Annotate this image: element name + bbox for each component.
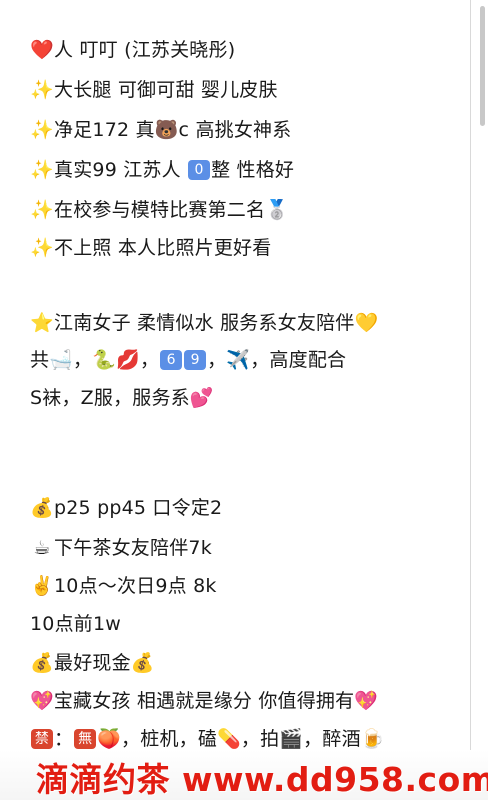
keycap-badge: 0 xyxy=(188,160,211,180)
line-text: 10点～次日9点 8k xyxy=(54,575,217,597)
line-text: 真实99 江苏人 xyxy=(54,159,188,181)
text-line: S袜，Z服，服务系💕 xyxy=(30,385,214,411)
text-line: ✨真实99 江苏人 0整 性格好 xyxy=(30,157,294,183)
line-text: 下午茶女友陪伴7k xyxy=(54,537,212,559)
text-line: ✨不上照 本人比照片更好看 xyxy=(30,235,271,261)
line-text: p25 pp45 口令定2 xyxy=(54,497,223,519)
text-line: ⭐江南女子 柔情似水 服务系女友陪伴💛 xyxy=(30,310,378,336)
star-icon: ⭐ xyxy=(30,312,54,334)
sparkles-icon: ✨ xyxy=(30,199,54,221)
line-text: 不上照 本人比照片更好看 xyxy=(54,237,272,259)
text-line: ✨净足172 真🐻c 高挑女神系 xyxy=(30,117,291,143)
text-line: ☕ 下午茶女友陪伴7k xyxy=(30,535,212,561)
text-line: ✌️10点～次日9点 8k xyxy=(30,573,217,599)
text-line: 💰最好现金💰 xyxy=(30,650,155,676)
line-text: 在校参与模特比赛第二名🥈 xyxy=(54,199,290,221)
line-text: 人 叮叮 (江苏关晓彤) xyxy=(54,39,236,61)
sparkles-icon: ✨ xyxy=(30,237,54,259)
line-text: 江南女子 柔情似水 服务系女友陪伴💛 xyxy=(54,312,379,334)
text-line: 💰p25 pp45 口令定2 xyxy=(30,495,222,521)
sparkles-icon: ✨ xyxy=(30,79,54,101)
line-text: 🍑，桩机，磕💊，拍🎬，醉酒🍺 xyxy=(97,728,385,750)
line-text: ，✈️，高度配合 xyxy=(207,349,347,371)
keycap-badge: 6 xyxy=(160,350,183,370)
line-text: 最好现金💰 xyxy=(54,652,155,674)
coffee-icon: ☕ xyxy=(33,537,51,559)
keycap-badge: 9 xyxy=(184,350,207,370)
prohibited-badge: 禁 xyxy=(31,729,53,749)
text-line: 10点前1w xyxy=(30,611,121,637)
watermark: 滴滴约茶 www.dd958.com xyxy=(36,760,488,799)
money-bag-icon: 💰 xyxy=(30,652,54,674)
line-text: 整 性格好 xyxy=(211,159,295,181)
line-text: 10点前1w xyxy=(30,613,122,635)
sparkles-icon: ✨ xyxy=(30,119,54,141)
text-line: ✨在校参与模特比赛第二名🥈 xyxy=(30,197,289,223)
line-text: 大长腿 可御可甜 婴儿皮肤 xyxy=(54,79,278,101)
text-line: ❤️人 叮叮 (江苏关晓彤) xyxy=(30,37,235,63)
line-text: ： xyxy=(54,728,74,750)
text-line: 共🛁，🐍💋， 6 9 ，✈️，高度配合 xyxy=(30,347,346,373)
line-text: S袜，Z服，服务系💕 xyxy=(30,387,214,409)
heart-icon: ❤️ xyxy=(30,39,54,61)
prohibited-badge: 無 xyxy=(74,729,97,749)
text-line: ✨大长腿 可御可甜 婴儿皮肤 xyxy=(30,77,278,103)
text-line: 禁：無 🍑，桩机，磕💊，拍🎬，醉酒🍺 xyxy=(30,726,385,752)
sparkles-icon: ✨ xyxy=(30,159,54,181)
scrollbar[interactable] xyxy=(480,6,485,126)
line-text: 共🛁，🐍💋， xyxy=(30,349,160,371)
money-bag-icon: 💰 xyxy=(30,497,54,519)
line-text: 净足172 真🐻c 高挑女神系 xyxy=(54,119,292,141)
victory-hand-icon: ✌️ xyxy=(30,575,54,597)
text-line: 💖宝藏女孩 相遇就是缘分 你值得拥有💖 xyxy=(30,688,378,714)
line-text: 💖宝藏女孩 相遇就是缘分 你值得拥有💖 xyxy=(30,690,379,712)
